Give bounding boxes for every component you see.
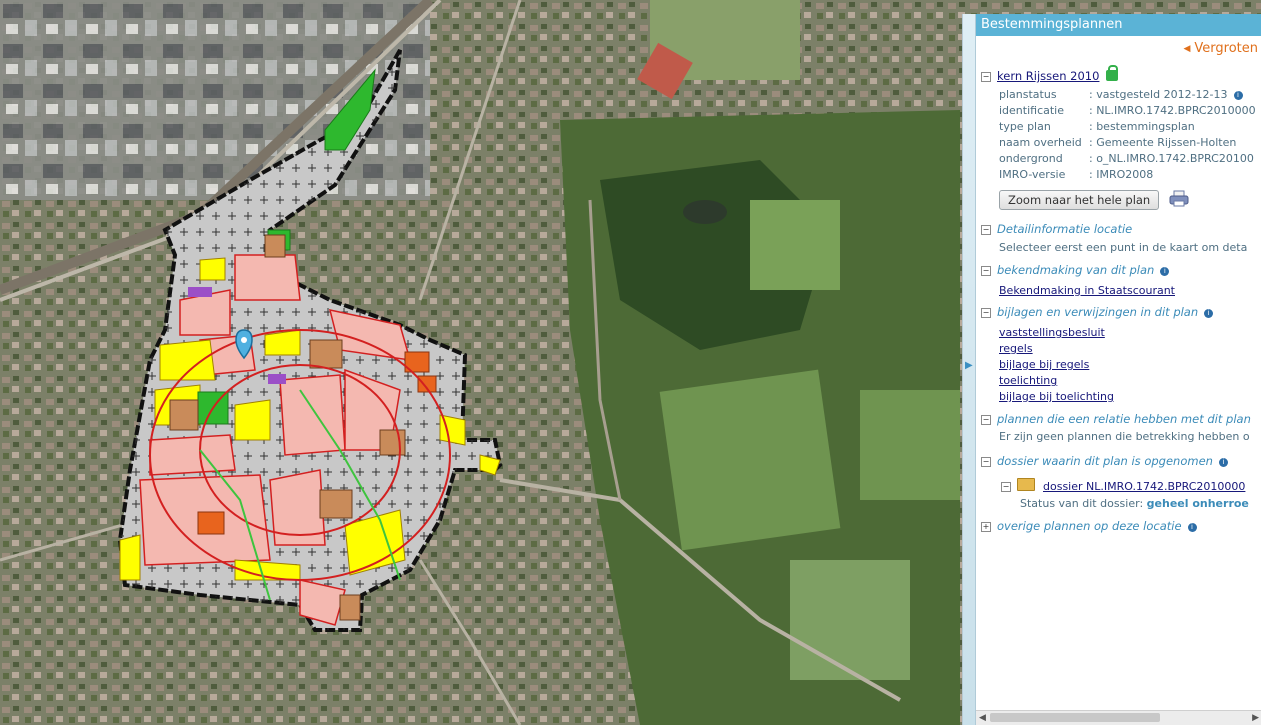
horizontal-scrollbar[interactable]: ◀ ▶ [976,710,1261,725]
overige-title[interactable]: overige plannen op deze locatie [997,519,1182,533]
detail-section: − Detailinformatie locatie [981,222,1132,236]
zone-maatschappelijk[interactable] [339,594,361,621]
collapse-arrow-icon[interactable]: ▶ [965,360,973,371]
panel-body: Bestemmingsplannen ◀ Vergroten − kern Rijs… [976,14,1261,725]
panel-title: Bestemmingsplannen [976,14,1261,36]
panel-collapse-strip[interactable]: ▶ [963,14,976,725]
detail-title[interactable]: Detailinformatie locatie [997,222,1132,236]
meadow-1 [659,369,841,551]
overige-section: + overige plannen op deze locatie i [981,519,1197,533]
field-ondergrond: ondergrond: o_NL.IMRO.1742.BPRC20100 [999,152,1254,165]
location-marker-dot [241,337,247,343]
field-type-plan: type plan: bestemmingsplan [999,120,1195,133]
info-icon[interactable]: i [1187,523,1197,532]
zone-purple[interactable] [188,287,212,297]
scroll-right-icon[interactable]: ▶ [1252,711,1259,725]
relaties-title[interactable]: plannen die een relatie hebben met dit p… [997,412,1251,426]
plan-name-link[interactable]: kern Rijssen 2010 [997,69,1099,83]
bijlagen-title[interactable]: bijlagen en verwijzingen in dit plan [997,305,1198,319]
collapse-toggle-icon[interactable]: − [1001,482,1011,492]
field-naam-overheid: naam overheid: Gemeente Rijssen-Holten [999,136,1237,149]
zone-maatschappelijk[interactable] [309,339,343,369]
meadow-3 [860,390,960,500]
zone-wonen[interactable] [159,339,216,381]
zoom-plan-button[interactable]: Zoom naar het hele plan [999,190,1160,210]
document-link[interactable]: toelichting [999,374,1057,387]
bekendmaking-section: − bekendmaking van dit plan i [981,263,1170,277]
triangle-left-icon: ◀ [1183,44,1191,54]
dossier-link[interactable]: dossier NL.IMRO.1742.BPRC2010000 [1043,480,1245,493]
meadow-2 [750,200,840,290]
document-link[interactable]: bijlage bij toelichting [999,390,1114,403]
relaties-text: Er zijn geen plannen die betrekking hebb… [999,430,1250,443]
bekendmaking-title[interactable]: bekendmaking van dit plan [997,263,1154,277]
bijlagen-section: − bijlagen en verwijzingen in dit plan i [981,305,1214,319]
lock-icon [1106,65,1119,81]
zone-bedrijf[interactable] [197,511,225,535]
collapse-toggle-icon[interactable]: − [981,72,991,82]
collapse-toggle-icon[interactable]: − [981,266,991,276]
dossier-status: Status van dit dossier: geheel onherroe [1020,497,1249,510]
dossier-title[interactable]: dossier waarin dit plan is opgenomen [997,454,1213,468]
vergroten-label: Vergroten [1194,41,1258,56]
info-icon[interactable]: i [1233,91,1243,100]
info-icon[interactable]: i [1160,267,1170,276]
dossier-section: − dossier waarin dit plan is opgenomen i [981,454,1228,468]
folder-icon [1017,478,1035,491]
scrollbar-thumb[interactable] [990,713,1160,722]
zone-maatschappelijk[interactable] [169,399,199,431]
dossier-status-value: geheel onherroe [1146,497,1249,510]
zone-wonen[interactable] [264,329,301,356]
plan-section: − kern Rijssen 2010 [981,65,1119,83]
info-icon[interactable]: i [1204,309,1214,318]
zone-maatschappelijk[interactable] [264,234,286,258]
zone-purple[interactable] [268,374,286,384]
zone-centrum[interactable] [149,434,236,476]
zone-wonen[interactable] [234,399,271,441]
collapse-toggle-icon[interactable]: − [981,308,991,318]
dossier-status-label: Status van dit dossier: [1020,497,1147,510]
printer-icon[interactable] [1169,190,1189,207]
field-planstatus: planstatus: vastgesteld 2012-12-13 i [999,88,1243,101]
meadow-4 [790,560,910,680]
pond [683,200,727,224]
collapse-toggle-icon[interactable]: − [981,415,991,425]
document-link[interactable]: bijlage bij regels [999,358,1089,371]
detail-text: Selecteer eerst een punt in de kaart om … [999,241,1248,254]
field-imro-versie: IMRO-versie: IMRO2008 [999,168,1154,181]
collapse-toggle-icon[interactable]: − [981,225,991,235]
zone-wonen[interactable] [199,257,226,281]
zone-wonen[interactable] [119,534,141,581]
plans-panel: ▶ Bestemmingsplannen ◀ Vergroten − kern Ri… [962,14,1261,725]
dossier-row: − dossier NL.IMRO.1742.BPRC2010000 [1001,478,1245,493]
zone-maatschappelijk[interactable] [319,489,353,519]
document-link[interactable]: vaststellingsbesluit [999,326,1105,339]
zone-centrum[interactable] [234,254,301,301]
document-link[interactable]: regels [999,342,1033,355]
relaties-section: − plannen die een relatie hebben met dit … [981,412,1251,426]
zone-maatschappelijk[interactable] [379,429,406,456]
scroll-left-icon[interactable]: ◀ [979,711,986,725]
info-icon[interactable]: i [1218,458,1228,467]
field-identificatie: identificatie: NL.IMRO.1742.BPRC2010000 [999,104,1256,117]
collapse-toggle-icon[interactable]: − [981,457,991,467]
expand-toggle-icon[interactable]: + [981,522,991,532]
staatscourant-link[interactable]: Bekendmaking in Staatscourant [999,284,1175,297]
vergroten-button[interactable]: ◀ Vergroten [1183,41,1258,56]
